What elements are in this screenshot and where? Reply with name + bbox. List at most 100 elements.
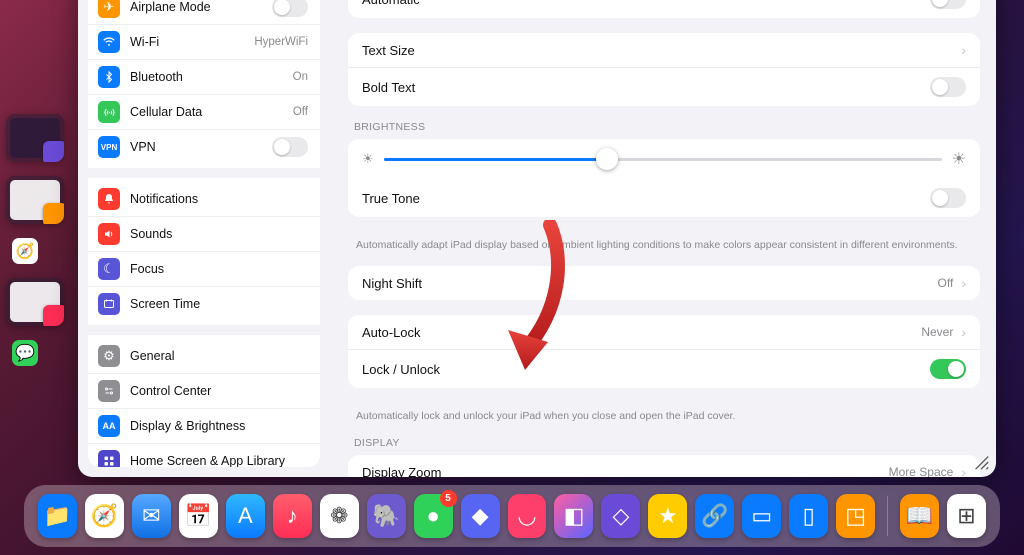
row-night-shift[interactable]: Night Shift Off › [348, 266, 980, 300]
homescreen-icon [98, 450, 120, 467]
dock-cube-icon[interactable]: ◳ [836, 494, 875, 538]
sidebar-item-label: Home Screen & App Library [130, 454, 308, 467]
dock: 📁🧭✉︎📅A♪❁🐘●5◆◡◧◇★🔗▭▯◳ 📖⊞ [24, 485, 1000, 547]
row-label: Lock / Unlock [362, 362, 930, 377]
row-lock-unlock[interactable]: Lock / Unlock [348, 349, 980, 388]
row-true-tone[interactable]: True Tone [348, 179, 980, 217]
dock-display-icon[interactable]: ▭ [742, 494, 781, 538]
automatic-toggle[interactable] [930, 0, 966, 9]
sidebar-item-cellular[interactable]: Cellular Data Off [88, 94, 320, 129]
dock-calendar-icon[interactable]: 📅 [179, 494, 218, 538]
dock-star-icon[interactable]: ★ [648, 494, 687, 538]
group-text: Text Size › Bold Text [348, 33, 980, 106]
settings-sidebar: ✈︎ Airplane Mode Wi-Fi HyperWiFi Bluetoo… [88, 0, 320, 467]
settings-main: Automatic Text Size › Bold Text BRIGHTNE… [334, 0, 996, 477]
row-value: Never [921, 325, 953, 339]
row-auto-lock[interactable]: Auto-Lock Never › [348, 315, 980, 349]
sidebar-item-label: Control Center [130, 384, 308, 398]
resize-handle-icon[interactable] [972, 453, 990, 471]
sidebar-section-general: ⚙ General Control Center AA Display & Br… [88, 335, 320, 467]
sidebar-item-sounds[interactable]: Sounds [88, 216, 320, 251]
slider-knob[interactable] [596, 148, 618, 170]
sidebar-item-screentime[interactable]: Screen Time [88, 286, 320, 321]
screentime-icon [98, 293, 120, 315]
vpn-toggle[interactable] [272, 137, 308, 157]
dock-split-icon[interactable]: ⊞ [947, 494, 986, 538]
sidebar-item-bluetooth[interactable]: Bluetooth On [88, 59, 320, 94]
bold-toggle[interactable] [930, 77, 966, 97]
settings-window: ✈︎ Airplane Mode Wi-Fi HyperWiFi Bluetoo… [78, 0, 996, 477]
sidebar-item-value: On [293, 71, 308, 83]
wifi-icon [98, 31, 120, 53]
chevron-right-icon: › [961, 42, 966, 58]
row-brightness-slider[interactable]: ☀︎ ☀︎ [348, 139, 980, 179]
sun-large-icon: ☀︎ [952, 149, 966, 169]
dock-safari-icon[interactable]: 🧭 [85, 494, 124, 538]
stage-group[interactable] [6, 114, 64, 162]
lockunlock-toggle[interactable] [930, 359, 966, 379]
sidebar-item-homescreen[interactable]: Home Screen & App Library [88, 443, 320, 467]
dock-divider [887, 496, 888, 536]
sidebar-item-airplane[interactable]: ✈︎ Airplane Mode [88, 0, 320, 24]
sidebar-item-value: HyperWiFi [254, 36, 308, 48]
sidebar-item-notifications[interactable]: Notifications [88, 182, 320, 216]
sidebar-item-vpn[interactable]: VPN VPN [88, 129, 320, 164]
group-brightness: ☀︎ ☀︎ True Tone [348, 139, 980, 217]
dock-files-icon[interactable]: 📁 [38, 494, 77, 538]
dock-appstore-icon[interactable]: A [226, 494, 265, 538]
row-display-zoom[interactable]: Display Zoom More Space › [348, 455, 980, 477]
group-nightshift: Night Shift Off › [348, 266, 980, 300]
dock-music-icon[interactable]: ♪ [273, 494, 312, 538]
vpn-icon: VPN [98, 136, 120, 158]
row-label: Night Shift [362, 276, 938, 291]
dock-mastodon-icon[interactable]: 🐘 [367, 494, 406, 538]
stage-group[interactable] [6, 176, 64, 224]
sidebar-item-label: Wi-Fi [130, 35, 254, 49]
sun-small-icon: ☀︎ [362, 151, 374, 167]
row-label: Auto-Lock [362, 325, 921, 340]
brightness-slider[interactable] [384, 158, 942, 161]
airplane-icon: ✈︎ [98, 0, 120, 18]
sidebar-item-display[interactable]: AA Display & Brightness [88, 408, 320, 443]
sidebar-item-focus[interactable]: ☾ Focus [88, 251, 320, 286]
stage-safari-icon[interactable]: 🧭 [12, 238, 38, 264]
group-display-zoom: Display Zoom More Space › [348, 455, 980, 477]
dock-pocket-icon[interactable]: ◡ [508, 494, 547, 538]
stage-messages-icon[interactable]: 💬 [12, 340, 38, 366]
section-header-brightness: BRIGHTNESS [348, 121, 980, 139]
group-appearance: Automatic [348, 0, 980, 18]
sidebar-section-notify: Notifications Sounds ☾ Focus Screen Time [88, 178, 320, 325]
dock-photos-icon[interactable]: ❁ [320, 494, 359, 538]
dock-obsidian-icon[interactable]: ◇ [601, 494, 640, 538]
row-text-size[interactable]: Text Size › [348, 33, 980, 67]
row-automatic[interactable]: Automatic [348, 0, 980, 18]
dock-links-icon[interactable]: 🔗 [695, 494, 734, 538]
airplane-toggle[interactable] [272, 0, 308, 17]
sidebar-item-label: Cellular Data [130, 105, 293, 119]
sidebar-item-value: Off [293, 106, 308, 118]
truetone-toggle[interactable] [930, 188, 966, 208]
row-bold-text[interactable]: Bold Text [348, 67, 980, 106]
sidebar-item-label: Airplane Mode [130, 0, 272, 14]
bluetooth-icon [98, 66, 120, 88]
footnote-lock: Automatically lock and unlock your iPad … [348, 403, 980, 423]
row-value: More Space [889, 465, 954, 477]
notifications-icon [98, 188, 120, 210]
badge: 5 [440, 490, 457, 507]
row-label: Display Zoom [362, 465, 889, 477]
row-value: Off [938, 276, 954, 290]
dock-shortcuts-icon[interactable]: ◧ [554, 494, 593, 538]
dock-messages-icon[interactable]: ●5 [414, 494, 453, 538]
stage-group[interactable] [6, 278, 64, 326]
chevron-right-icon: › [961, 324, 966, 340]
sidebar-item-wifi[interactable]: Wi-Fi HyperWiFi [88, 24, 320, 59]
footnote-truetone: Automatically adapt iPad display based o… [348, 232, 980, 252]
dock-ipad-icon[interactable]: ▯ [789, 494, 828, 538]
sidebar-item-general[interactable]: ⚙ General [88, 339, 320, 373]
dock-discord-icon[interactable]: ◆ [461, 494, 500, 538]
dock-mail-icon[interactable]: ✉︎ [132, 494, 171, 538]
dock-books-icon[interactable]: 📖 [900, 494, 939, 538]
row-label: Automatic [362, 0, 930, 7]
sidebar-item-label: Sounds [130, 227, 308, 241]
sidebar-item-control-center[interactable]: Control Center [88, 373, 320, 408]
